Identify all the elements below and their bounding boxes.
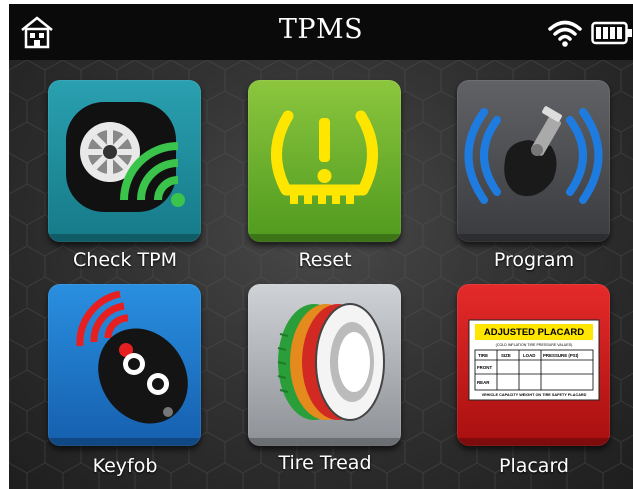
tire-tread-icon (277, 303, 385, 421)
keyfob-button[interactable] (48, 284, 201, 446)
tpms-screen: TPMS Check TPM Reset Program Keyfob Tire… (9, 4, 633, 489)
placard-row-front: FRONT (477, 365, 492, 370)
reset-button[interactable] (248, 80, 401, 242)
reset-label: Reset (298, 249, 352, 271)
placard-header-size: SIZE (501, 353, 511, 358)
placard-title: ADJUSTED PLACARD (484, 327, 584, 338)
placard-icon: ADJUSTED PLACARD (COLD INFLATION TIRE PR… (468, 319, 600, 401)
program-button[interactable] (457, 80, 610, 242)
placard-footer: VEHICLE CAPACITY WEIGHT ON TIRE SAFETY P… (482, 393, 587, 397)
check-tpm-label: Check TPM (73, 249, 177, 271)
program-label: Program (493, 249, 575, 271)
tire-signal-icon (66, 102, 185, 212)
tire-tread-button[interactable] (248, 284, 401, 446)
placard-button[interactable]: ADJUSTED PLACARD (COLD INFLATION TIRE PR… (457, 284, 610, 446)
placard-row-rear: REAR (477, 380, 490, 385)
check-tpm-button[interactable] (48, 80, 201, 242)
tire-tread-label: Tire Tread (278, 452, 372, 474)
keyfob-label: Keyfob (92, 455, 158, 477)
top-bar: TPMS (9, 4, 633, 60)
page-title: TPMS (278, 14, 364, 45)
tpms-warning-icon (271, 110, 378, 204)
placard-header-load: LOAD (523, 353, 535, 358)
sensor-valve-icon (464, 106, 603, 204)
keyfob-icon (76, 290, 188, 424)
placard-header-tire: TIRE (478, 353, 488, 358)
placard-header-pressure: PRESSURE (PSI) (543, 353, 579, 358)
wifi-icon (548, 20, 582, 47)
placard-label: Placard (498, 455, 569, 477)
battery-icon (591, 21, 632, 45)
placard-subtitle: (COLD INFLATION TIRE PRESSURE VALUES) (496, 343, 573, 347)
